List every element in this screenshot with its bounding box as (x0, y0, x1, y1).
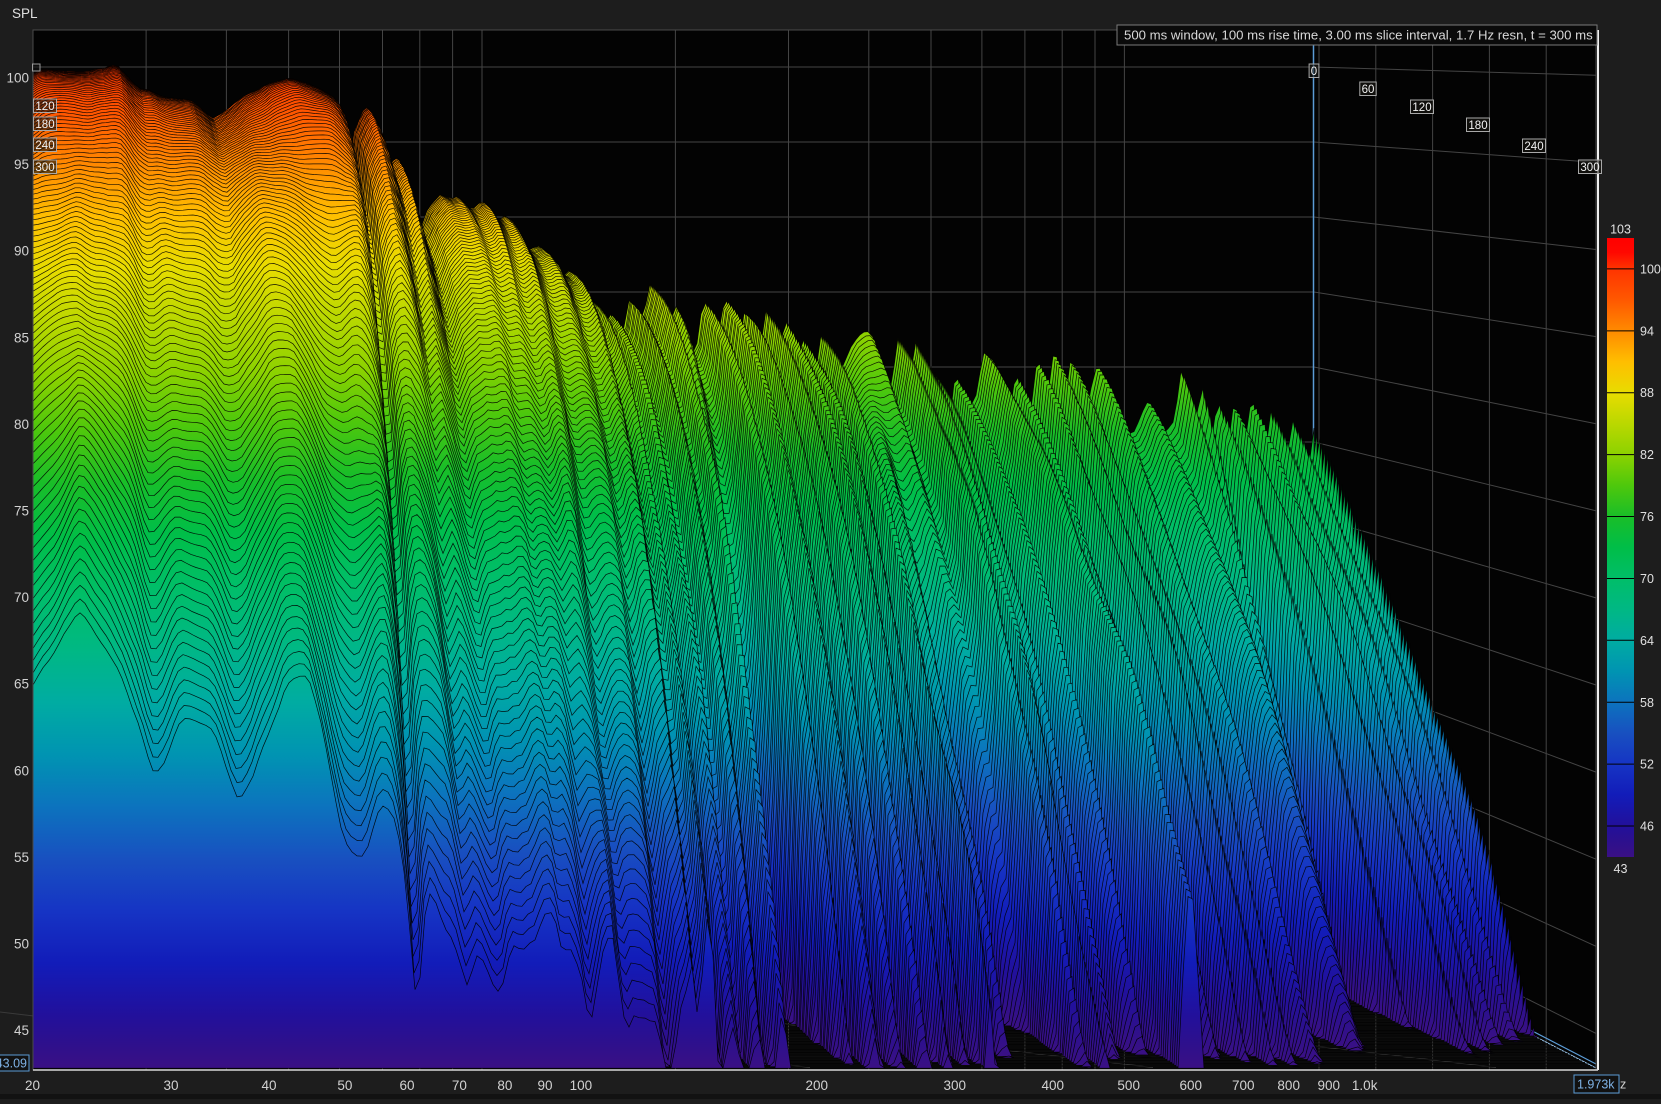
svg-text:300: 300 (35, 162, 54, 174)
svg-text:82: 82 (1640, 448, 1654, 462)
svg-text:55: 55 (14, 850, 29, 865)
svg-text:90: 90 (14, 244, 29, 259)
svg-text:70: 70 (14, 590, 29, 605)
svg-text:76: 76 (1640, 510, 1654, 524)
svg-text:100: 100 (570, 1078, 593, 1093)
svg-text:40: 40 (261, 1078, 276, 1093)
svg-text:180: 180 (35, 119, 54, 131)
svg-text:100: 100 (6, 71, 29, 86)
svg-text:70: 70 (1640, 572, 1654, 586)
svg-text:700: 700 (1232, 1078, 1255, 1093)
svg-text:200: 200 (806, 1078, 829, 1093)
svg-text:300: 300 (1580, 162, 1599, 174)
svg-text:90: 90 (537, 1078, 552, 1093)
svg-text:1.0k: 1.0k (1352, 1078, 1378, 1093)
svg-text:0: 0 (1311, 66, 1317, 78)
svg-text:80: 80 (497, 1078, 512, 1093)
svg-text:43.09: 43.09 (0, 1057, 27, 1071)
svg-text:30: 30 (163, 1078, 178, 1093)
svg-text:64: 64 (1640, 634, 1654, 648)
svg-text:SPL: SPL (12, 6, 38, 21)
svg-text:z: z (1620, 1078, 1626, 1092)
svg-text:45: 45 (14, 1023, 29, 1038)
svg-text:500 ms window, 100 ms rise tim: 500 ms window, 100 ms rise time, 3.00 ms… (1124, 28, 1593, 43)
svg-text:65: 65 (14, 677, 29, 692)
svg-text:52: 52 (1640, 758, 1654, 772)
svg-text:60: 60 (399, 1078, 414, 1093)
svg-text:120: 120 (1412, 102, 1431, 114)
svg-text:240: 240 (1524, 141, 1543, 153)
svg-text:500: 500 (1117, 1078, 1140, 1093)
svg-text:20: 20 (25, 1078, 40, 1093)
svg-text:600: 600 (1180, 1078, 1203, 1093)
svg-text:50: 50 (14, 937, 29, 952)
svg-text:900: 900 (1318, 1078, 1341, 1093)
svg-text:103: 103 (1610, 223, 1631, 237)
svg-text:180: 180 (1468, 120, 1487, 132)
svg-text:120: 120 (35, 101, 54, 113)
svg-text:100: 100 (1640, 262, 1661, 276)
svg-text:60: 60 (14, 763, 29, 778)
svg-text:58: 58 (1640, 696, 1654, 710)
svg-text:800: 800 (1277, 1078, 1300, 1093)
svg-text:43: 43 (1614, 862, 1628, 876)
svg-text:60: 60 (1362, 84, 1375, 96)
svg-text:94: 94 (1640, 324, 1654, 338)
svg-text:85: 85 (14, 330, 29, 345)
svg-text:300: 300 (944, 1078, 967, 1093)
svg-text:400: 400 (1042, 1078, 1065, 1093)
svg-text:46: 46 (1640, 820, 1654, 834)
svg-text:50: 50 (337, 1078, 352, 1093)
svg-text:88: 88 (1640, 386, 1654, 400)
svg-text:95: 95 (14, 157, 29, 172)
svg-text:240: 240 (35, 140, 54, 152)
svg-text:70: 70 (452, 1078, 467, 1093)
svg-text:75: 75 (14, 504, 29, 519)
svg-text:80: 80 (14, 417, 29, 432)
svg-text:1.973k: 1.973k (1577, 1078, 1615, 1092)
